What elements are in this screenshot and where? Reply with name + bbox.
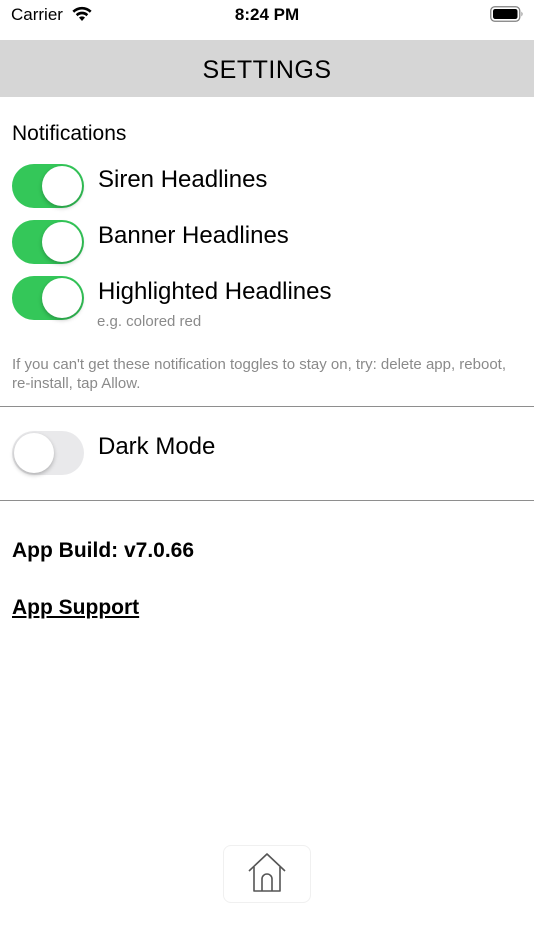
divider	[0, 500, 534, 501]
highlighted-headlines-row: Highlighted Headlines	[12, 276, 522, 320]
dark-mode-row: Dark Mode	[12, 431, 522, 475]
app-support-link[interactable]: App Support	[12, 596, 139, 620]
notifications-section-title: Notifications	[12, 122, 127, 145]
toggle-knob	[42, 166, 82, 206]
highlighted-headlines-label: Highlighted Headlines	[98, 278, 332, 305]
status-time: 8:24 PM	[234, 5, 300, 24]
page-title: SETTINGS	[202, 56, 332, 84]
toggle-knob	[42, 222, 82, 262]
siren-headlines-toggle[interactable]	[12, 164, 84, 208]
toggle-knob	[42, 278, 82, 318]
app-build-label: App Build: v7.0.66	[12, 539, 195, 562]
home-icon	[245, 849, 289, 900]
dark-mode-label: Dark Mode	[98, 433, 216, 460]
toggle-knob	[14, 433, 54, 473]
siren-headlines-label: Siren Headlines	[98, 166, 268, 193]
home-button[interactable]	[223, 845, 311, 903]
highlighted-headlines-toggle[interactable]	[12, 276, 84, 320]
status-bar: Carrier 8:24 PM	[0, 0, 534, 34]
header-bar: SETTINGS	[0, 40, 534, 97]
dark-mode-toggle[interactable]	[12, 431, 84, 475]
banner-headlines-toggle[interactable]	[12, 220, 84, 264]
battery-icon	[490, 6, 524, 27]
banner-headlines-label: Banner Headlines	[98, 222, 289, 249]
divider	[0, 406, 534, 407]
notifications-hint: If you can't get these notification togg…	[12, 356, 507, 392]
banner-headlines-row: Banner Headlines	[12, 220, 522, 264]
siren-headlines-row: Siren Headlines	[12, 164, 522, 208]
highlighted-headlines-subtext: e.g. colored red	[97, 313, 202, 330]
